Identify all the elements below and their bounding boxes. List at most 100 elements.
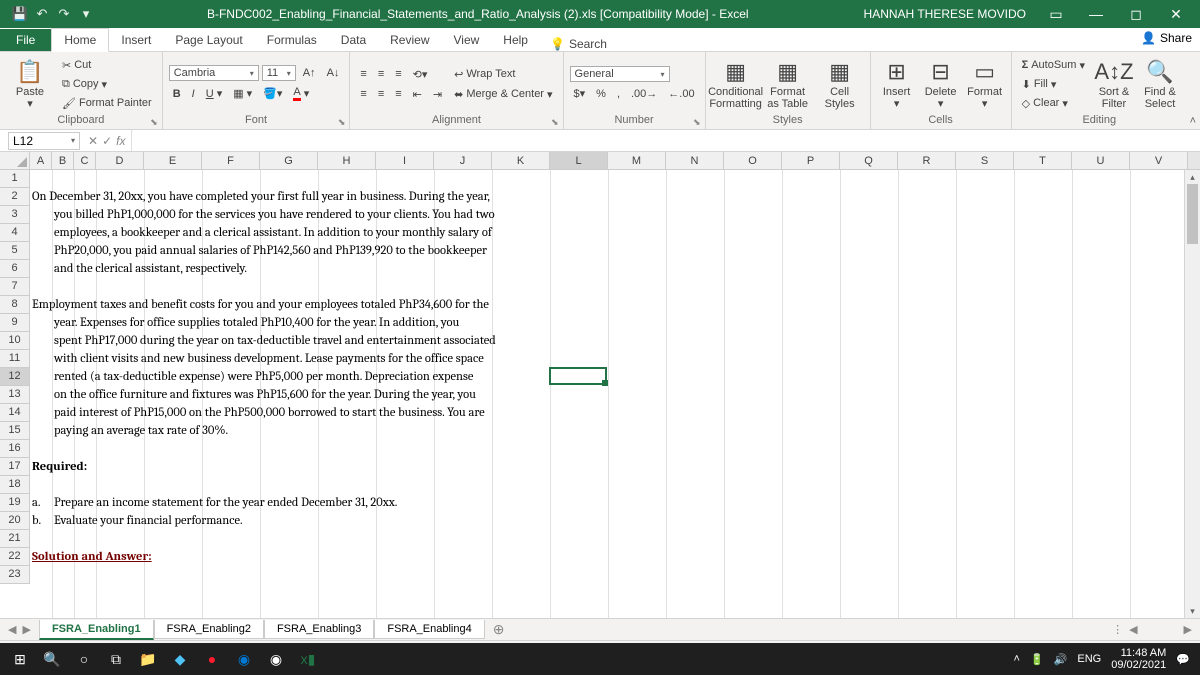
tab-review[interactable]: Review	[378, 29, 441, 51]
cut-button[interactable]: ✂Cut	[58, 57, 156, 74]
row-header[interactable]: 14	[0, 404, 30, 422]
fx-icon[interactable]: fx	[116, 134, 125, 148]
column-header[interactable]: P	[782, 152, 840, 169]
dialog-launcher-icon[interactable]: ⬊	[693, 117, 701, 128]
merge-center-button[interactable]: ⬌Merge & Center ▾	[450, 86, 556, 103]
column-header[interactable]: T	[1014, 152, 1072, 169]
align-middle-icon[interactable]: ≡	[374, 66, 388, 82]
column-header[interactable]: R	[898, 152, 956, 169]
percent-format-icon[interactable]: %	[592, 86, 610, 102]
find-select-button[interactable]: 🔍Find & Select	[1139, 56, 1181, 112]
column-headers[interactable]: ABCDEFGHIJKLMNOPQRSTUV	[30, 152, 1200, 170]
spreadsheet-grid[interactable]: ABCDEFGHIJKLMNOPQRSTUV 12345678910111213…	[0, 152, 1200, 618]
accounting-format-icon[interactable]: $▾	[570, 85, 590, 102]
row-header[interactable]: 3	[0, 206, 30, 224]
row-headers[interactable]: 1234567891011121314151617181920212223	[0, 170, 30, 584]
sheet-nav[interactable]: ◀▶	[0, 623, 39, 636]
font-name-select[interactable]: Cambria▾	[169, 65, 259, 81]
collapse-ribbon-icon[interactable]: ˄	[1190, 115, 1196, 127]
dialog-launcher-icon[interactable]: ⬊	[150, 117, 158, 128]
column-header[interactable]: V	[1130, 152, 1188, 169]
tell-me-search[interactable]: 💡 Search	[540, 37, 617, 51]
tab-home[interactable]: Home	[51, 28, 109, 52]
column-header[interactable]: M	[608, 152, 666, 169]
format-table-button[interactable]: ▦Format as Table	[764, 56, 812, 112]
align-right-icon[interactable]: ≡	[391, 86, 405, 102]
tab-help[interactable]: Help	[491, 29, 540, 51]
increase-font-icon[interactable]: A↑	[299, 65, 320, 81]
vertical-scrollbar[interactable]: ▴ ▾	[1184, 170, 1200, 618]
row-header[interactable]: 20	[0, 512, 30, 530]
tab-insert[interactable]: Insert	[109, 29, 163, 51]
column-header[interactable]: L	[550, 152, 608, 169]
row-header[interactable]: 11	[0, 350, 30, 368]
copy-button[interactable]: ⧉Copy ▾	[58, 76, 156, 93]
save-icon[interactable]: 💾	[12, 6, 28, 22]
row-header[interactable]: 17	[0, 458, 30, 476]
column-header[interactable]: H	[318, 152, 376, 169]
tab-data[interactable]: Data	[329, 29, 378, 51]
dialog-launcher-icon[interactable]: ⬊	[551, 117, 559, 128]
dialog-launcher-icon[interactable]: ⬊	[338, 117, 346, 128]
row-header[interactable]: 16	[0, 440, 30, 458]
align-left-icon[interactable]: ≡	[356, 86, 370, 102]
align-center-icon[interactable]: ≡	[374, 86, 388, 102]
number-format-select[interactable]: General▾	[570, 66, 670, 82]
row-header[interactable]: 1	[0, 170, 30, 188]
paste-button[interactable]: 📋 Paste▾	[6, 56, 54, 112]
sheet-tab-1[interactable]: FSRA_Enabling1	[39, 620, 154, 640]
decrease-indent-icon[interactable]: ⇤	[409, 86, 426, 103]
insert-cells-button[interactable]: ⊞Insert▾	[877, 56, 917, 112]
row-header[interactable]: 4	[0, 224, 30, 242]
align-bottom-icon[interactable]: ≡	[391, 66, 405, 82]
app-icon[interactable]: ◆	[164, 643, 196, 675]
column-header[interactable]: A	[30, 152, 52, 169]
cell-area[interactable]: On December 31, 20xx, you have completed…	[30, 170, 1200, 584]
column-header[interactable]: D	[96, 152, 144, 169]
close-icon[interactable]: ✕	[1156, 6, 1196, 23]
row-header[interactable]: 13	[0, 386, 30, 404]
column-header[interactable]: U	[1072, 152, 1130, 169]
tray-chevron-icon[interactable]: ˄	[1014, 653, 1020, 665]
column-header[interactable]: E	[144, 152, 202, 169]
row-header[interactable]: 10	[0, 332, 30, 350]
tab-page-layout[interactable]: Page Layout	[163, 29, 254, 51]
search-icon[interactable]: 🔍	[36, 643, 68, 675]
notifications-icon[interactable]: 💬	[1176, 653, 1190, 666]
share-button[interactable]: 👤 Share	[1141, 31, 1192, 45]
column-header[interactable]: O	[724, 152, 782, 169]
sort-filter-button[interactable]: A↕ZSort & Filter	[1093, 56, 1135, 112]
border-button[interactable]: ▦ ▾	[229, 85, 256, 102]
sheet-tab-3[interactable]: FSRA_Enabling3	[264, 620, 374, 639]
decrease-decimal-icon[interactable]: ←.00	[664, 86, 698, 102]
fill-color-button[interactable]: 🪣▾	[259, 85, 286, 102]
excel-taskbar-icon[interactable]: x▮	[292, 643, 324, 675]
cell-styles-button[interactable]: ▦Cell Styles	[816, 56, 864, 112]
row-header[interactable]: 19	[0, 494, 30, 512]
chrome-icon[interactable]: ◉	[260, 643, 292, 675]
row-header[interactable]: 2	[0, 188, 30, 206]
delete-cells-button[interactable]: ⊟Delete▾	[921, 56, 961, 112]
row-header[interactable]: 6	[0, 260, 30, 278]
orientation-icon[interactable]: ⟲▾	[409, 66, 432, 83]
scroll-down-icon[interactable]: ▾	[1185, 604, 1200, 618]
column-header[interactable]: B	[52, 152, 74, 169]
enter-icon[interactable]: ✓	[102, 134, 112, 148]
row-header[interactable]: 18	[0, 476, 30, 494]
wrap-text-button[interactable]: ↩Wrap Text	[450, 66, 556, 83]
cancel-icon[interactable]: ✕	[88, 134, 98, 148]
opera-icon[interactable]: ●	[196, 643, 228, 675]
redo-icon[interactable]: ↷	[56, 6, 72, 22]
battery-icon[interactable]: 🔋	[1030, 653, 1044, 666]
undo-icon[interactable]: ↶	[34, 6, 50, 22]
italic-button[interactable]: I	[188, 86, 199, 102]
conditional-formatting-button[interactable]: ▦Conditional Formatting	[712, 56, 760, 112]
formula-input[interactable]	[132, 140, 1200, 142]
underline-button[interactable]: U ▾	[202, 85, 226, 102]
system-tray[interactable]: ˄ 🔋 🔊 ENG 11:48 AM 09/02/2021 💬	[1014, 647, 1196, 671]
language-indicator[interactable]: ENG	[1077, 653, 1101, 665]
format-cells-button[interactable]: ▭Format▾	[965, 56, 1005, 112]
name-box[interactable]: L12▾	[8, 132, 80, 150]
column-header[interactable]: N	[666, 152, 724, 169]
column-header[interactable]: F	[202, 152, 260, 169]
